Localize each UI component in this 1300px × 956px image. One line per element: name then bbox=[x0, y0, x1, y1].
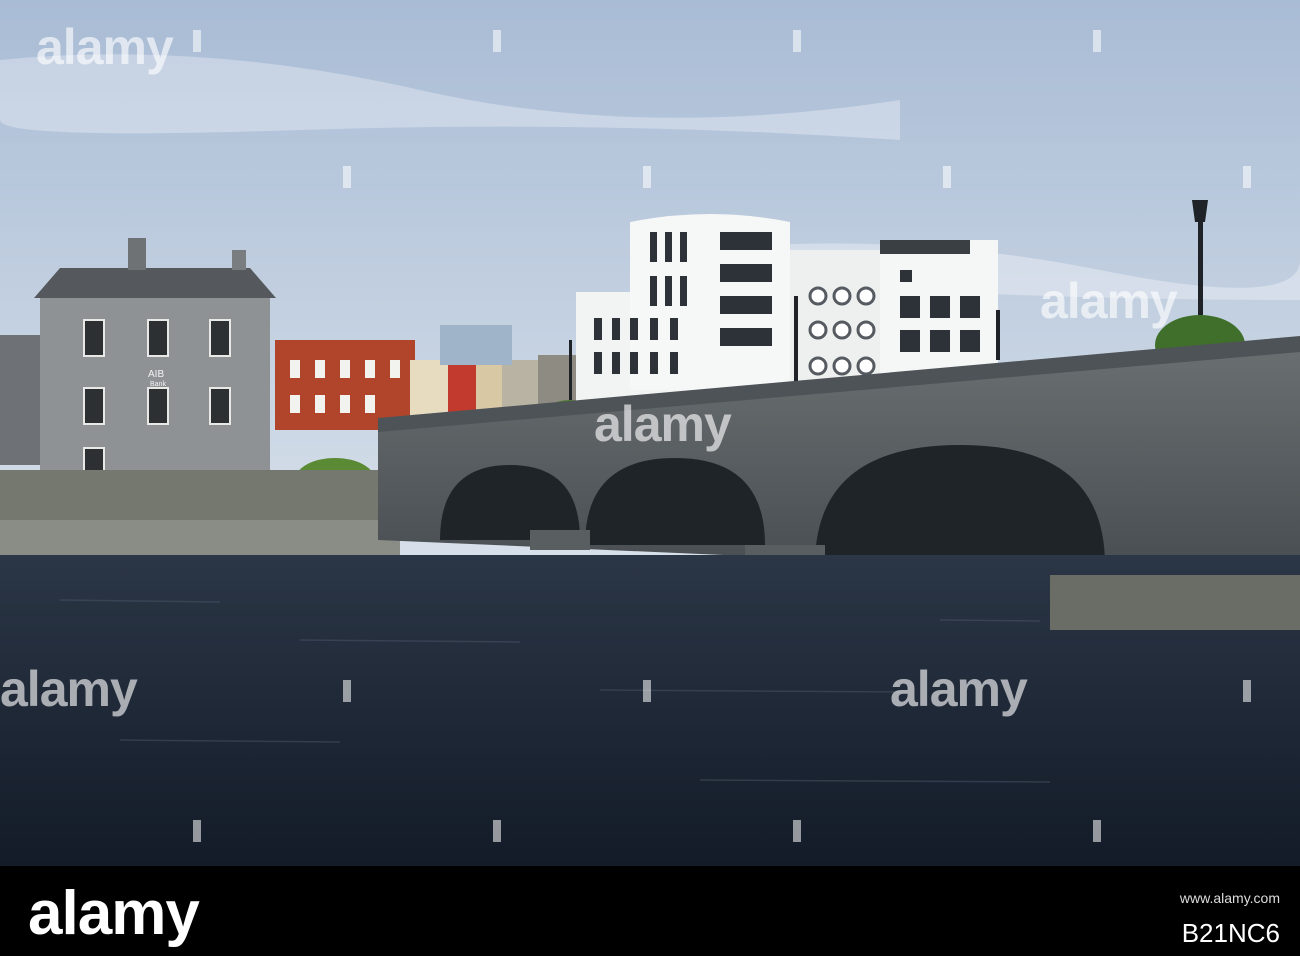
watermark-mark bbox=[493, 820, 501, 842]
watermark-mark bbox=[643, 680, 651, 702]
watermark-mark bbox=[1093, 30, 1101, 52]
watermark-mark bbox=[643, 166, 651, 188]
stone-bank-building: AIB Bank bbox=[34, 238, 276, 475]
watermark-mark bbox=[943, 166, 951, 188]
watermark-mark bbox=[343, 680, 351, 702]
watermark-mark bbox=[193, 820, 201, 842]
river-town-photo: AIB Bank bbox=[0, 0, 1300, 866]
photo-scene: AIB Bank alamy alamy alamy alamy alamy bbox=[0, 0, 1300, 866]
watermark-mark bbox=[193, 30, 201, 52]
footer-url: www.alamy.com bbox=[1179, 890, 1280, 906]
watermark-mark bbox=[493, 30, 501, 52]
alamy-logo: alamy bbox=[28, 879, 200, 948]
watermark-mark bbox=[1243, 166, 1251, 188]
image-id: B21NC6 bbox=[1181, 918, 1280, 948]
watermark-mark bbox=[793, 820, 801, 842]
watermark-mark bbox=[1093, 820, 1101, 842]
bank-sign-sub: Bank bbox=[150, 381, 166, 388]
watermark-mark bbox=[1243, 680, 1251, 702]
bank-sign: AIB bbox=[148, 369, 164, 380]
watermark-mark bbox=[793, 30, 801, 52]
watermark-mark bbox=[343, 166, 351, 188]
